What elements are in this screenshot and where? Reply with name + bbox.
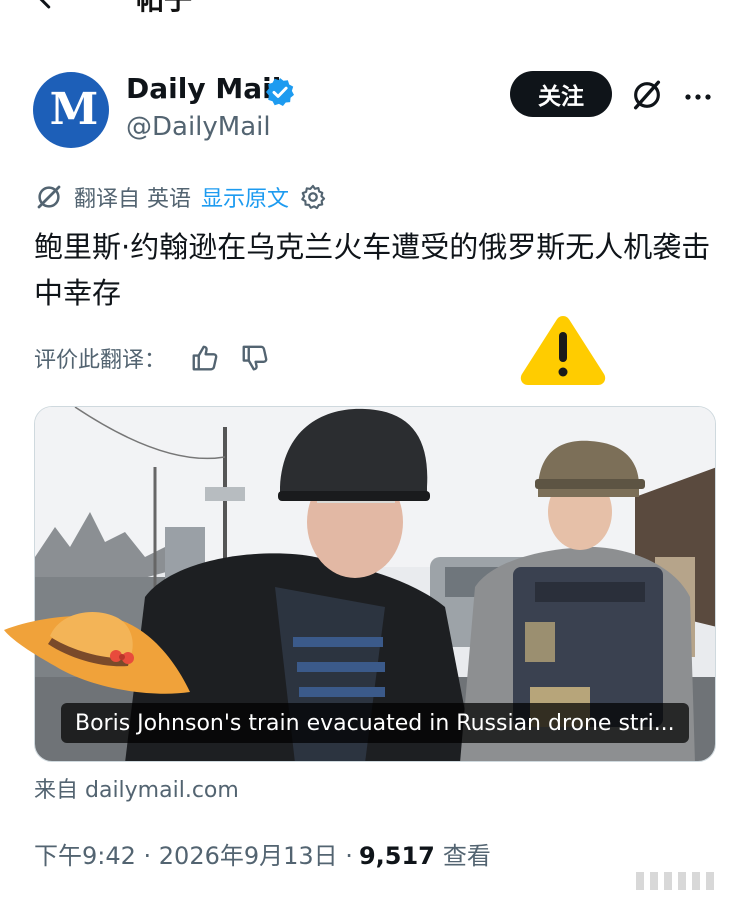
- grok-icon[interactable]: [630, 78, 664, 112]
- author-row: M Daily Mail @DailyMail 关注: [0, 64, 748, 154]
- translation-info: 翻译自 英语 显示原文: [34, 180, 327, 214]
- link-preview-title: Boris Johnson's train evacuated in Russi…: [61, 703, 689, 743]
- link-source[interactable]: 来自 dailymail.com: [34, 772, 239, 804]
- page-title: 帖子: [136, 0, 192, 18]
- show-original-link[interactable]: 显示原文: [201, 181, 289, 213]
- thumbs-up-icon[interactable]: [190, 343, 220, 373]
- avatar-logo: M: [49, 84, 99, 135]
- view-count-label: 查看: [442, 842, 491, 870]
- view-count: 9,517: [358, 842, 435, 870]
- hat-sticker-icon: [4, 612, 190, 694]
- arrow-left-icon[interactable]: [30, 0, 60, 12]
- tweet-meta: 下午9:42 · 2026年9月13日 · 9,517 查看: [34, 836, 491, 871]
- follow-button[interactable]: 关注: [510, 71, 612, 117]
- translated-from-label: 翻译自 英语: [74, 187, 191, 212]
- gear-icon[interactable]: [299, 183, 327, 211]
- author-handle[interactable]: @DailyMail: [126, 112, 271, 142]
- author-display-name[interactable]: Daily Mail: [126, 72, 281, 105]
- verified-badge-icon: [266, 78, 294, 106]
- rate-translation-label: 评价此翻译：: [34, 348, 167, 373]
- tweet-text: 鲍里斯·约翰逊在乌克兰火车遭受的俄罗斯无人机袭击中幸存: [34, 230, 711, 310]
- top-bar: 帖子: [0, 0, 748, 18]
- grok-translate-icon: [37, 185, 61, 209]
- avatar[interactable]: M: [33, 72, 109, 148]
- more-horizontal-icon[interactable]: [683, 82, 713, 112]
- link-preview-card[interactable]: Boris Johnson's train evacuated in Russi…: [34, 406, 716, 762]
- tweet-timestamp[interactable]: 下午9:42 · 2026年9月13日 ·: [34, 836, 353, 871]
- rate-translation: 评价此翻译：: [34, 340, 270, 376]
- warning-icon: [520, 316, 606, 385]
- watermark-icon: [636, 872, 714, 890]
- thumbs-down-icon[interactable]: [240, 343, 270, 373]
